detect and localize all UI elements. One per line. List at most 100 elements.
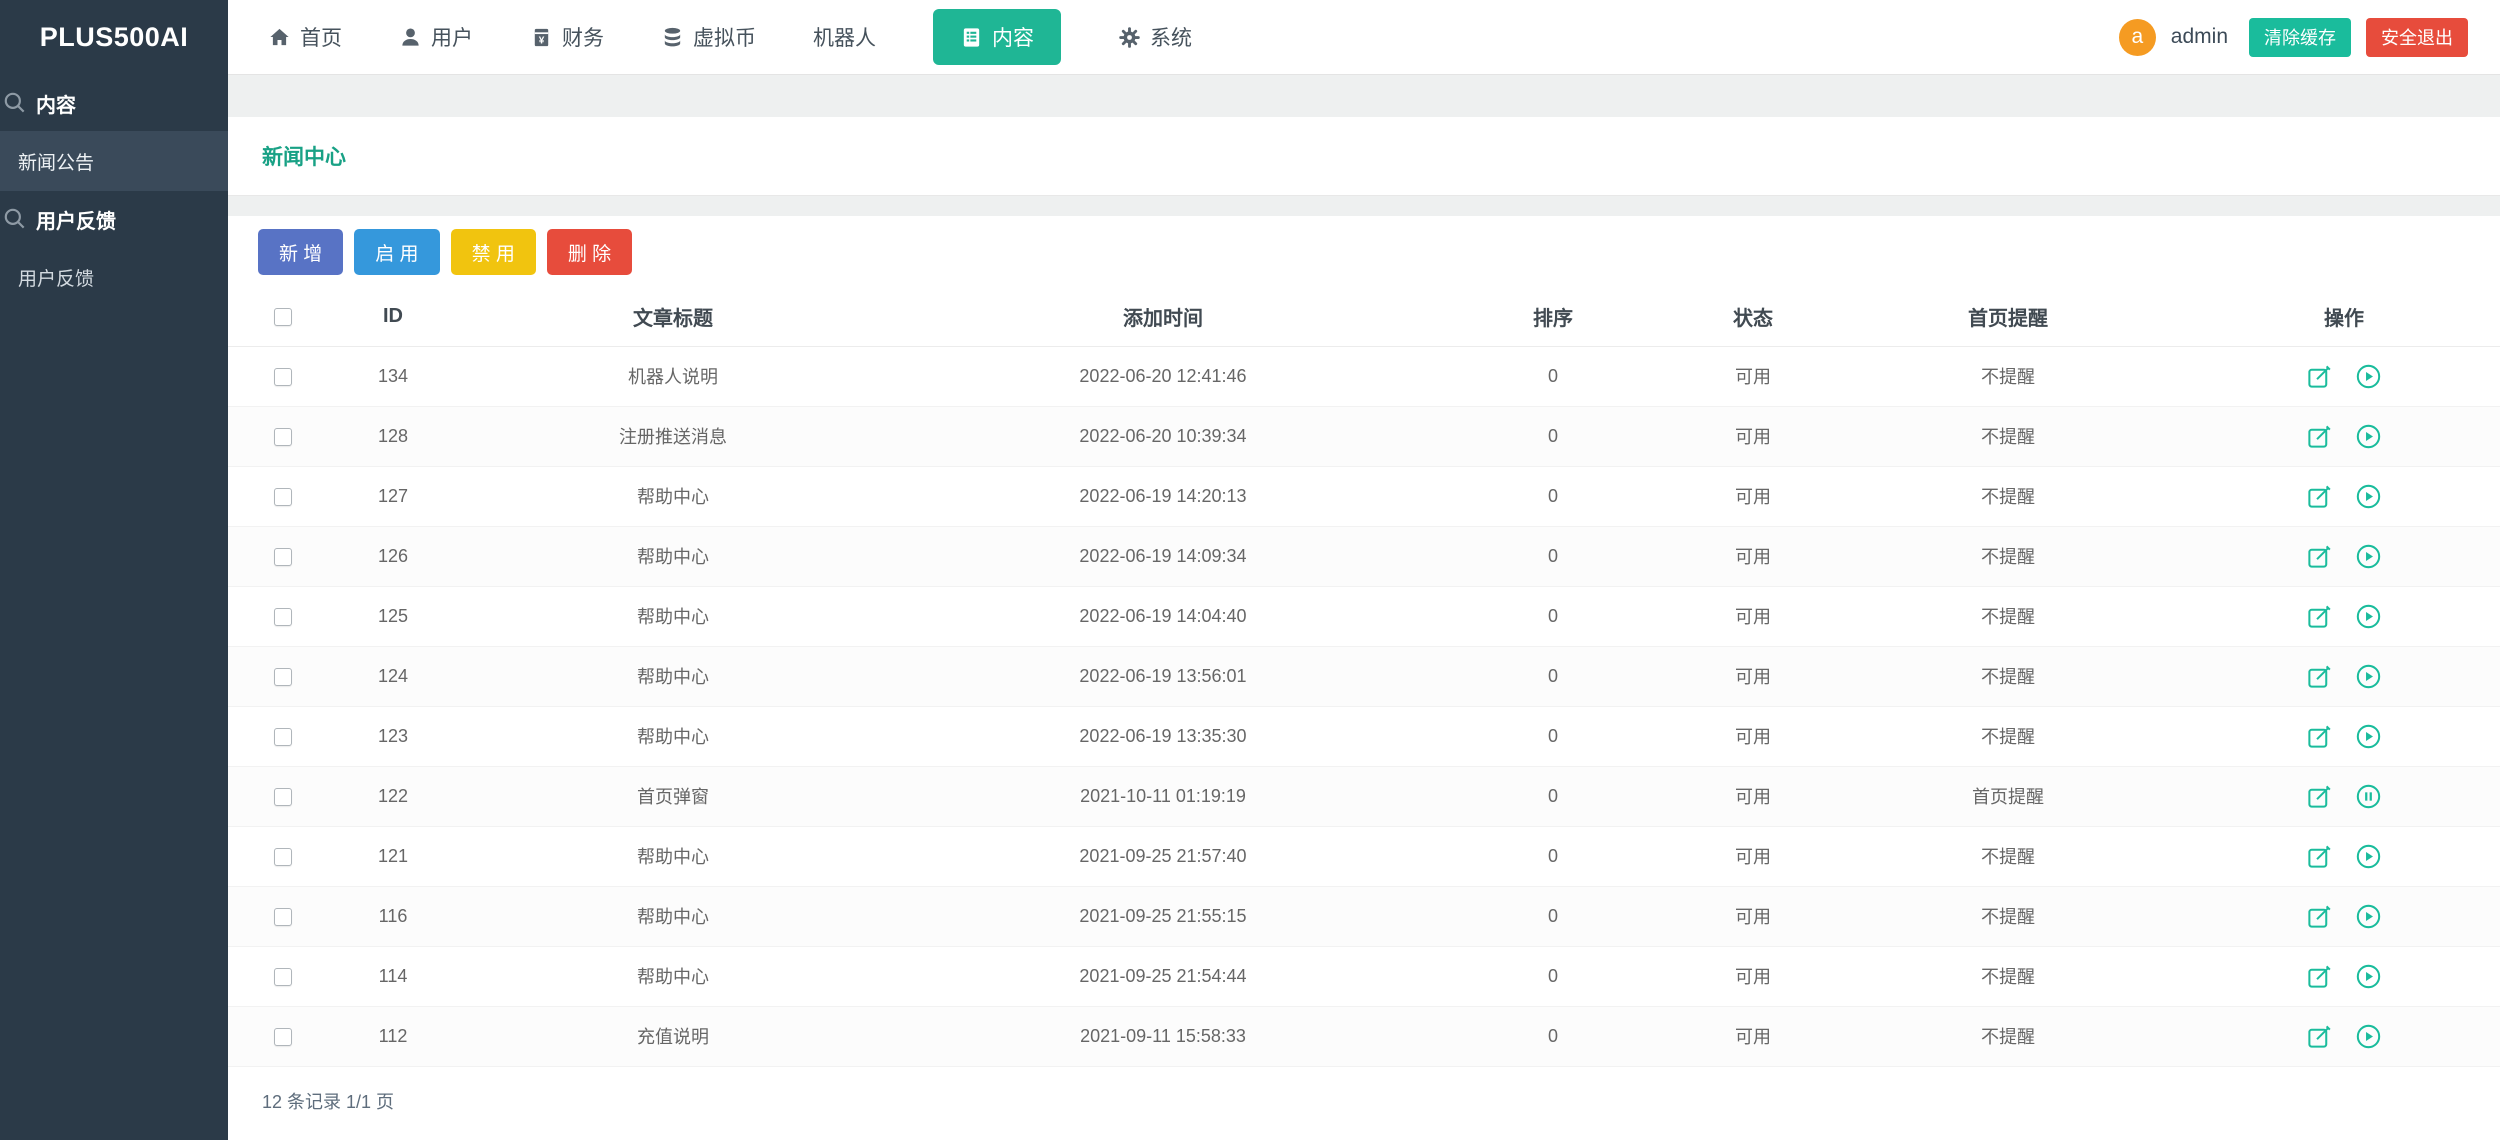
edit-icon[interactable] bbox=[2306, 483, 2333, 510]
gear-icon bbox=[1118, 26, 1141, 49]
play-icon[interactable] bbox=[2355, 723, 2382, 750]
edit-icon[interactable] bbox=[2306, 1023, 2333, 1050]
home-icon bbox=[268, 26, 291, 49]
nav-tab-robot[interactable]: 机器人 bbox=[813, 22, 876, 52]
cell-remind: 不提醒 bbox=[1828, 526, 2188, 586]
col-header-time: 添加时间 bbox=[898, 288, 1428, 346]
nav-tab-crypto[interactable]: 虚拟币 bbox=[661, 22, 756, 52]
table-row: 114 帮助中心 2021-09-25 21:54:44 0 可用 不提醒 bbox=[228, 946, 2500, 1006]
sidebar-item-news-announcement[interactable]: 新闻公告 bbox=[0, 131, 228, 191]
edit-icon[interactable] bbox=[2306, 963, 2333, 990]
edit-icon[interactable] bbox=[2306, 423, 2333, 450]
nav-tab-label: 用户 bbox=[431, 22, 473, 52]
cell-sort: 0 bbox=[1428, 826, 1678, 886]
cell-remind: 不提醒 bbox=[1828, 886, 2188, 946]
pause-icon[interactable] bbox=[2355, 783, 2382, 810]
cell-id: 114 bbox=[338, 946, 448, 1006]
edit-icon[interactable] bbox=[2306, 783, 2333, 810]
sidebar-item-user-feedback[interactable]: 用户反馈 bbox=[0, 247, 228, 307]
row-checkbox[interactable] bbox=[274, 1028, 292, 1046]
cell-title: 帮助中心 bbox=[448, 886, 898, 946]
row-checkbox[interactable] bbox=[274, 848, 292, 866]
logout-button[interactable]: 安全退出 bbox=[2366, 18, 2468, 57]
edit-icon[interactable] bbox=[2306, 543, 2333, 570]
search-icon bbox=[2, 90, 28, 116]
row-checkbox[interactable] bbox=[274, 668, 292, 686]
avatar[interactable]: a bbox=[2119, 19, 2156, 56]
edit-icon[interactable] bbox=[2306, 843, 2333, 870]
table-header-row: ID 文章标题 添加时间 排序 状态 首页提醒 操作 bbox=[228, 288, 2500, 346]
row-checkbox[interactable] bbox=[274, 968, 292, 986]
cell-title: 帮助中心 bbox=[448, 466, 898, 526]
cell-remind: 不提醒 bbox=[1828, 406, 2188, 466]
clear-cache-button[interactable]: 清除缓存 bbox=[2249, 18, 2351, 57]
play-icon[interactable] bbox=[2355, 903, 2382, 930]
play-icon[interactable] bbox=[2355, 543, 2382, 570]
edit-icon[interactable] bbox=[2306, 363, 2333, 390]
play-icon[interactable] bbox=[2355, 1023, 2382, 1050]
content-icon bbox=[960, 26, 983, 49]
nav-tab-users[interactable]: 用户 bbox=[399, 22, 473, 52]
page-title: 新闻中心 bbox=[262, 141, 346, 171]
table-row: 125 帮助中心 2022-06-19 14:04:40 0 可用 不提醒 bbox=[228, 586, 2500, 646]
cell-time: 2021-09-25 21:57:40 bbox=[898, 826, 1428, 886]
add-button[interactable]: 新 增 bbox=[258, 229, 343, 275]
cell-sort: 0 bbox=[1428, 586, 1678, 646]
row-checkbox[interactable] bbox=[274, 488, 292, 506]
row-checkbox[interactable] bbox=[274, 908, 292, 926]
cell-id: 124 bbox=[338, 646, 448, 706]
edit-icon[interactable] bbox=[2306, 903, 2333, 930]
nav-tab-label: 机器人 bbox=[813, 22, 876, 52]
col-header-ops: 操作 bbox=[2188, 288, 2500, 346]
nav-tab-home[interactable]: 首页 bbox=[268, 22, 342, 52]
row-checkbox[interactable] bbox=[274, 548, 292, 566]
cell-sort: 0 bbox=[1428, 1006, 1678, 1066]
col-header-sort: 排序 bbox=[1428, 288, 1678, 346]
cell-title: 帮助中心 bbox=[448, 646, 898, 706]
disable-button[interactable]: 禁 用 bbox=[451, 229, 536, 275]
col-header-id: ID bbox=[338, 288, 448, 346]
play-icon[interactable] bbox=[2355, 843, 2382, 870]
cell-status: 可用 bbox=[1678, 466, 1828, 526]
row-checkbox[interactable] bbox=[274, 428, 292, 446]
svg-text:¥: ¥ bbox=[539, 35, 545, 46]
enable-button[interactable]: 启 用 bbox=[354, 229, 439, 275]
nav-tab-system[interactable]: 系统 bbox=[1118, 22, 1192, 52]
table-row: 126 帮助中心 2022-06-19 14:09:34 0 可用 不提醒 bbox=[228, 526, 2500, 586]
play-icon[interactable] bbox=[2355, 663, 2382, 690]
cell-title: 注册推送消息 bbox=[448, 406, 898, 466]
nav-tab-finance[interactable]: ¥ 财务 bbox=[530, 22, 604, 52]
row-checkbox[interactable] bbox=[274, 788, 292, 806]
sidebar-group-content: 内容 bbox=[0, 75, 228, 131]
cell-id: 122 bbox=[338, 766, 448, 826]
cell-id: 127 bbox=[338, 466, 448, 526]
table-row: 128 注册推送消息 2022-06-20 10:39:34 0 可用 不提醒 bbox=[228, 406, 2500, 466]
cell-time: 2022-06-20 10:39:34 bbox=[898, 406, 1428, 466]
cell-time: 2021-09-25 21:55:15 bbox=[898, 886, 1428, 946]
nav-tab-label: 系统 bbox=[1150, 22, 1192, 52]
delete-button[interactable]: 删 除 bbox=[547, 229, 632, 275]
play-icon[interactable] bbox=[2355, 423, 2382, 450]
play-icon[interactable] bbox=[2355, 963, 2382, 990]
row-checkbox[interactable] bbox=[274, 608, 292, 626]
cell-sort: 0 bbox=[1428, 766, 1678, 826]
cell-id: 128 bbox=[338, 406, 448, 466]
play-icon[interactable] bbox=[2355, 363, 2382, 390]
content-area: 新闻中心 新 增 启 用 禁 用 删 除 ID 文章标题 添加时间 排序 状态 bbox=[228, 76, 2500, 1140]
cell-title: 充值说明 bbox=[448, 1006, 898, 1066]
cell-title: 帮助中心 bbox=[448, 526, 898, 586]
nav-tab-content[interactable]: 内容 bbox=[933, 9, 1061, 65]
cell-title: 帮助中心 bbox=[448, 706, 898, 766]
table-row: 122 首页弹窗 2021-10-11 01:19:19 0 可用 首页提醒 bbox=[228, 766, 2500, 826]
cell-status: 可用 bbox=[1678, 346, 1828, 406]
play-icon[interactable] bbox=[2355, 483, 2382, 510]
edit-icon[interactable] bbox=[2306, 723, 2333, 750]
cell-id: 112 bbox=[338, 1006, 448, 1066]
cell-id: 134 bbox=[338, 346, 448, 406]
row-checkbox[interactable] bbox=[274, 368, 292, 386]
play-icon[interactable] bbox=[2355, 603, 2382, 630]
row-checkbox[interactable] bbox=[274, 728, 292, 746]
edit-icon[interactable] bbox=[2306, 663, 2333, 690]
edit-icon[interactable] bbox=[2306, 603, 2333, 630]
select-all-checkbox[interactable] bbox=[274, 308, 292, 326]
